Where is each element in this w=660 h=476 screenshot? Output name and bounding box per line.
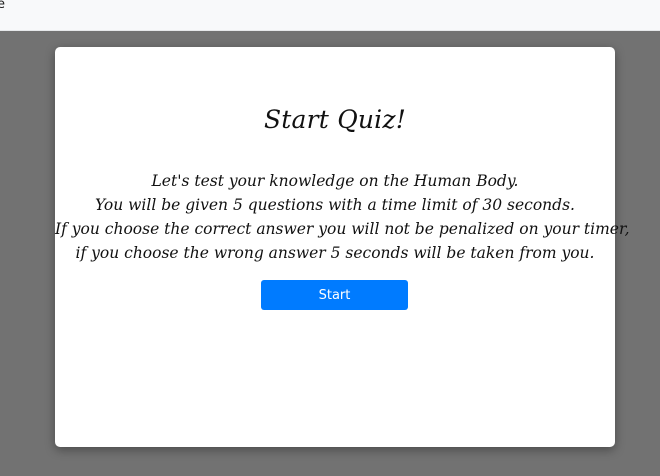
quiz-instructions: Let's test your knowledge on the Human B…: [55, 169, 630, 265]
instruction-line: You will be given 5 questions with a tim…: [95, 196, 575, 214]
start-button[interactable]: Start: [261, 280, 408, 310]
instruction-line: if you choose the wrong answer 5 seconds…: [75, 244, 595, 262]
start-quiz-modal: Start Quiz! Let's test your knowledge on…: [55, 47, 630, 447]
browser-topbar: e: [0, 0, 660, 31]
topbar-partial-text: e: [0, 0, 5, 12]
instruction-line: Let's test your knowledge on the Human B…: [151, 172, 519, 190]
modal-title: Start Quiz!: [263, 105, 407, 134]
instruction-line: If you choose the correct answer you wil…: [55, 220, 630, 238]
